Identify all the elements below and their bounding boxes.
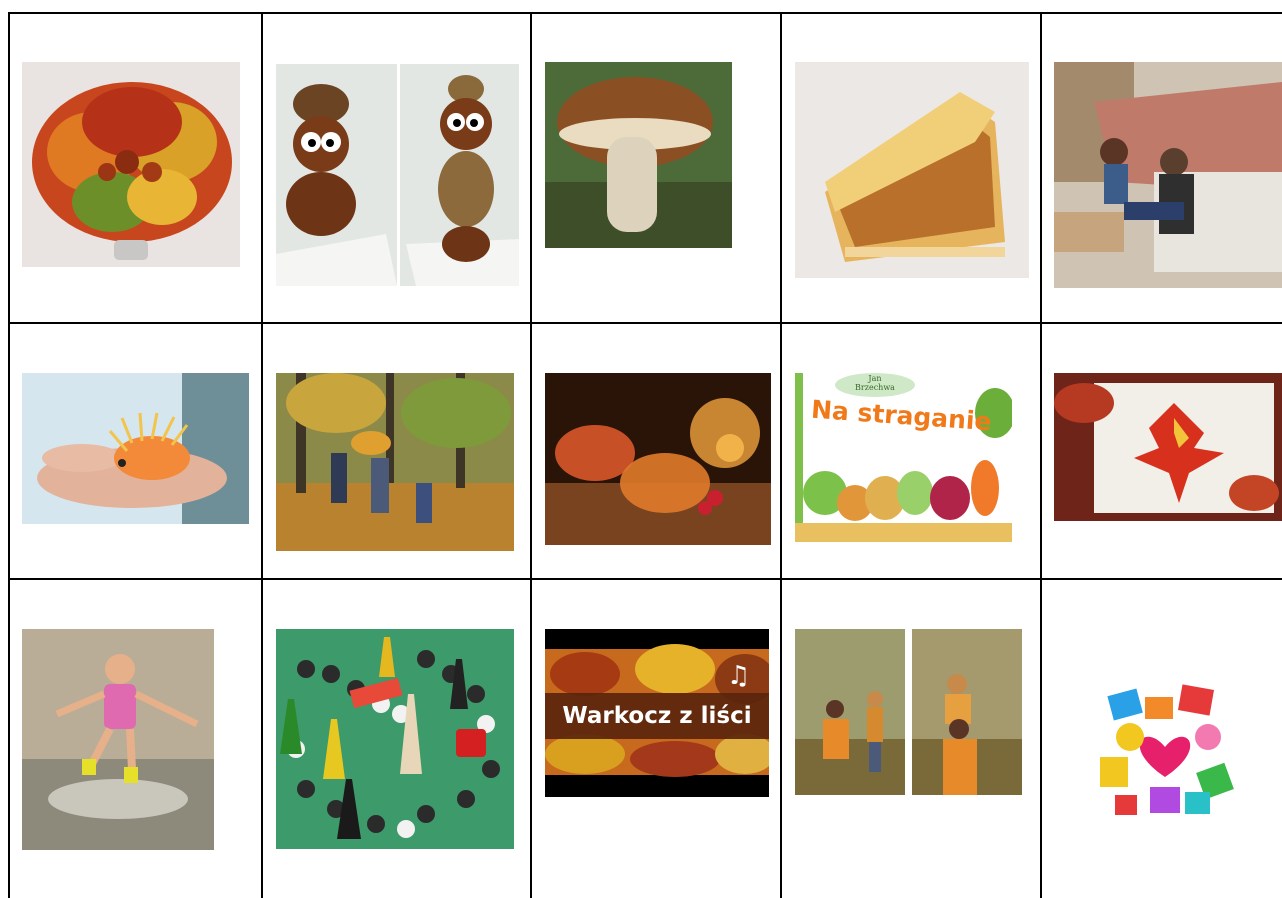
puddle-jumping-girl-image (22, 629, 214, 850)
chestnut-figures-image (276, 64, 519, 286)
autumn-park-family-image (276, 373, 514, 551)
mushroom-image (545, 62, 732, 248)
music-note-icon: ♫ (727, 661, 751, 691)
book-author: Jan Brzechwa (855, 374, 895, 392)
video-banner-text: Warkocz z liści (562, 703, 752, 729)
tea-cups-image (545, 373, 771, 545)
grid-divider (8, 578, 1282, 580)
board-game-image (276, 629, 514, 849)
grid-divider (8, 322, 1282, 324)
crumble-cake-image (795, 62, 1029, 278)
grid-divider (530, 12, 532, 898)
video-thumbnail-warkocz-z-lisci[interactable]: ♫ Warkocz z liści (545, 629, 769, 797)
book-cover-na-straganie: Jan Brzechwa Na straganie (795, 373, 1012, 542)
mother-son-autumn-image (795, 629, 1022, 795)
hedgehog-craft-image (22, 373, 249, 524)
grid-divider (780, 12, 782, 898)
leaf-collage-image (1054, 373, 1282, 521)
grid-divider (1040, 12, 1042, 898)
grid-divider (261, 12, 263, 898)
leaf-bouquet-image (22, 62, 240, 267)
blanket-fort-image (1054, 62, 1282, 288)
puzzle-hearts-image (1090, 677, 1240, 825)
